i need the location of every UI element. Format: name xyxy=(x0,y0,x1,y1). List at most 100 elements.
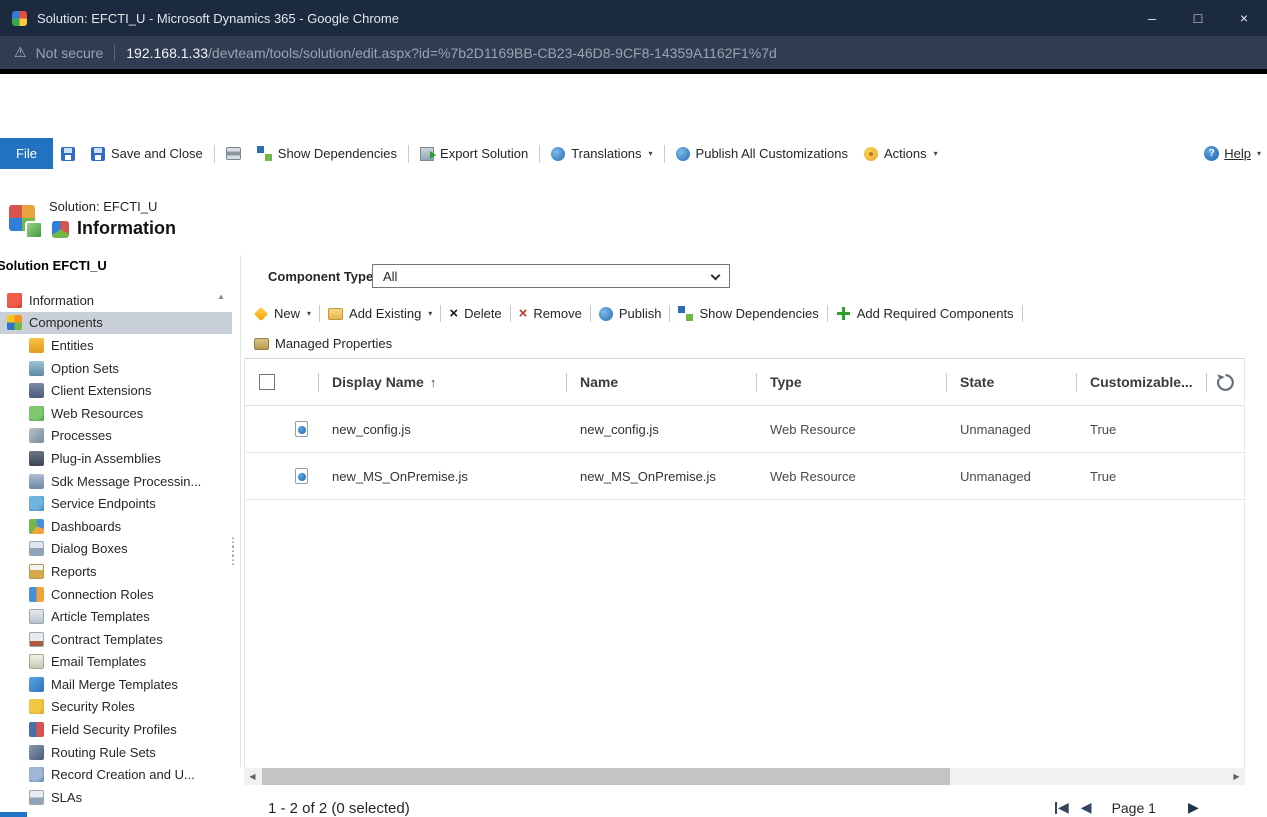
actions-button[interactable]: Actions ▾ xyxy=(856,138,946,169)
cell-state: Unmanaged xyxy=(946,453,1076,499)
column-header-customizable[interactable]: Customizable... xyxy=(1076,359,1206,405)
pane-splitter-handle[interactable]: ⋮ ⋮ ⋮ xyxy=(227,531,239,571)
sidebar-item-security-roles[interactable]: Security Roles xyxy=(0,696,232,719)
add-required-components-button[interactable]: Add Required Components xyxy=(828,306,1022,321)
contract-templates-icon xyxy=(29,632,44,647)
help-button[interactable]: ? Help ▾ xyxy=(1200,138,1265,169)
components-grid: Display Name ↑ Name Type State Customiza… xyxy=(244,358,1245,768)
save-and-close-button[interactable]: Save and Close xyxy=(83,138,211,169)
column-header-state[interactable]: State xyxy=(946,359,1076,405)
sidebar-item-mail-merge-templates[interactable]: Mail Merge Templates xyxy=(0,673,232,696)
separator xyxy=(664,145,665,163)
publish-button[interactable]: Publish xyxy=(591,306,670,321)
sidebar-title: Solution EFCTI_U xyxy=(0,258,107,273)
sidebar-item-field-security-profiles[interactable]: Field Security Profiles xyxy=(0,718,232,741)
previous-page-button[interactable]: ◀ xyxy=(1081,799,1092,816)
export-solution-button[interactable]: Export Solution xyxy=(412,138,536,169)
save-button[interactable] xyxy=(53,138,83,169)
solution-icon xyxy=(9,203,43,239)
sidebar-item-article-templates[interactable]: Article Templates xyxy=(0,605,232,628)
sidebar-item-entities[interactable]: Entities xyxy=(0,334,232,357)
web-resources-icon xyxy=(29,406,44,421)
close-button[interactable]: × xyxy=(1221,0,1267,36)
select-all-checkbox[interactable] xyxy=(259,374,275,390)
minimize-button[interactable]: – xyxy=(1129,0,1175,36)
sidebar-item-label: Option Sets xyxy=(51,361,119,376)
column-header-type[interactable]: Type xyxy=(756,359,946,405)
sidebar-item-label: Reports xyxy=(51,564,97,579)
table-row[interactable]: new_config.js new_config.js Web Resource… xyxy=(245,406,1244,453)
address-bar[interactable]: ⚠ Not secure 192.168.1.33/devteam/tools/… xyxy=(0,36,1267,69)
processes-icon xyxy=(29,428,44,443)
cell-text: Unmanaged xyxy=(960,422,1031,437)
grid-toolbar: New ▾ Add Existing ▾ × Delete × Remove P… xyxy=(246,299,1023,328)
cell-text: Unmanaged xyxy=(960,469,1031,484)
sidebar-item-label: Dashboards xyxy=(51,519,121,534)
window-titlebar: Solution: EFCTI_U - Microsoft Dynamics 3… xyxy=(0,0,1267,36)
next-page-button[interactable]: ▶ xyxy=(1188,799,1199,816)
show-dependencies-button[interactable]: Show Dependencies xyxy=(249,138,405,169)
cell-text: new_MS_OnPremise.js xyxy=(580,469,716,484)
column-header-name[interactable]: Name xyxy=(566,359,756,405)
scroll-right-button[interactable]: ▶ xyxy=(1228,768,1245,785)
sidebar-item-routing-rule-sets[interactable]: Routing Rule Sets xyxy=(0,741,232,764)
table-row[interactable]: new_MS_OnPremise.js new_MS_OnPremise.js … xyxy=(245,453,1244,500)
component-type-select[interactable]: All xyxy=(372,264,730,288)
chevron-down-icon: ▾ xyxy=(307,309,311,318)
cell-display-name[interactable]: new_MS_OnPremise.js xyxy=(318,453,566,499)
add-required-components-icon xyxy=(836,306,851,321)
new-icon xyxy=(254,306,268,320)
sidebar-item-option-sets[interactable]: Option Sets xyxy=(0,357,232,380)
sidebar-item-web-resources[interactable]: Web Resources xyxy=(0,402,232,425)
show-dependencies-icon xyxy=(678,306,693,321)
maximize-button[interactable]: □ xyxy=(1175,0,1221,36)
scroll-left-button[interactable]: ◀ xyxy=(244,768,261,785)
scrollbar-thumb[interactable] xyxy=(262,768,950,785)
add-existing-button[interactable]: Add Existing ▾ xyxy=(320,306,440,321)
sidebar-item-processes[interactable]: Processes xyxy=(0,425,232,448)
cell-display-name[interactable]: new_config.js xyxy=(318,406,566,452)
sidebar-item-label: Security Roles xyxy=(51,699,135,714)
sidebar-item-sdk-message-processing[interactable]: Sdk Message Processin... xyxy=(0,470,232,493)
translations-label: Translations xyxy=(571,146,641,161)
sidebar-item-contract-templates[interactable]: Contract Templates xyxy=(0,628,232,651)
cell-text: True xyxy=(1090,469,1116,484)
sidebar-item-label: Components xyxy=(29,315,103,330)
sort-ascending-icon: ↑ xyxy=(430,375,437,390)
new-button[interactable]: New ▾ xyxy=(246,306,319,321)
sidebar-item-label: Routing Rule Sets xyxy=(51,745,156,760)
sidebar-item-dialog-boxes[interactable]: Dialog Boxes xyxy=(0,538,232,561)
sidebar-item-slas[interactable]: SLAs xyxy=(0,786,232,809)
managed-properties-button[interactable]: Managed Properties xyxy=(246,336,400,351)
file-tab[interactable]: File xyxy=(0,138,53,169)
translations-button[interactable]: Translations ▾ xyxy=(543,138,660,169)
url-separator xyxy=(114,45,115,61)
refresh-button[interactable] xyxy=(1215,372,1236,393)
publish-all-customizations-button[interactable]: Publish All Customizations xyxy=(668,138,856,169)
remove-icon: × xyxy=(519,306,528,321)
sidebar-item-connection-roles[interactable]: Connection Roles xyxy=(0,583,232,606)
first-page-button[interactable]: ◀ xyxy=(1055,799,1069,816)
show-dependencies-button[interactable]: Show Dependencies xyxy=(670,306,826,321)
sidebar-item-reports[interactable]: Reports xyxy=(0,560,232,583)
not-secure-label: Not secure xyxy=(36,45,104,61)
delete-button[interactable]: × Delete xyxy=(441,306,509,321)
remove-button[interactable]: × Remove xyxy=(511,306,590,321)
print-button[interactable] xyxy=(218,138,249,169)
horizontal-scrollbar[interactable]: ◀ ▶ xyxy=(244,768,1245,785)
sidebar-item-service-endpoints[interactable]: Service Endpoints xyxy=(0,492,232,515)
sidebar-item-information[interactable]: Information xyxy=(0,289,232,312)
cell-customizable: True xyxy=(1076,406,1206,452)
sidebar-item-components[interactable]: Components xyxy=(0,312,232,335)
first-page-bar-icon xyxy=(1055,802,1057,814)
sidebar-item-dashboards[interactable]: Dashboards xyxy=(0,515,232,538)
sidebar-item-plug-in-assemblies[interactable]: Plug-in Assemblies xyxy=(0,447,232,470)
sidebar-item-client-extensions[interactable]: Client Extensions xyxy=(0,379,232,402)
sidebar-item-record-creation[interactable]: Record Creation and U... xyxy=(0,763,232,786)
record-count: 1 - 2 of 2 (0 selected) xyxy=(268,800,410,817)
not-secure-warning-icon[interactable]: ⚠ xyxy=(14,44,27,61)
sidebar-item-email-templates[interactable]: Email Templates xyxy=(0,651,232,674)
refresh-icon xyxy=(1215,372,1236,393)
add-required-components-label: Add Required Components xyxy=(857,306,1014,321)
column-header-display-name[interactable]: Display Name ↑ xyxy=(318,359,566,405)
